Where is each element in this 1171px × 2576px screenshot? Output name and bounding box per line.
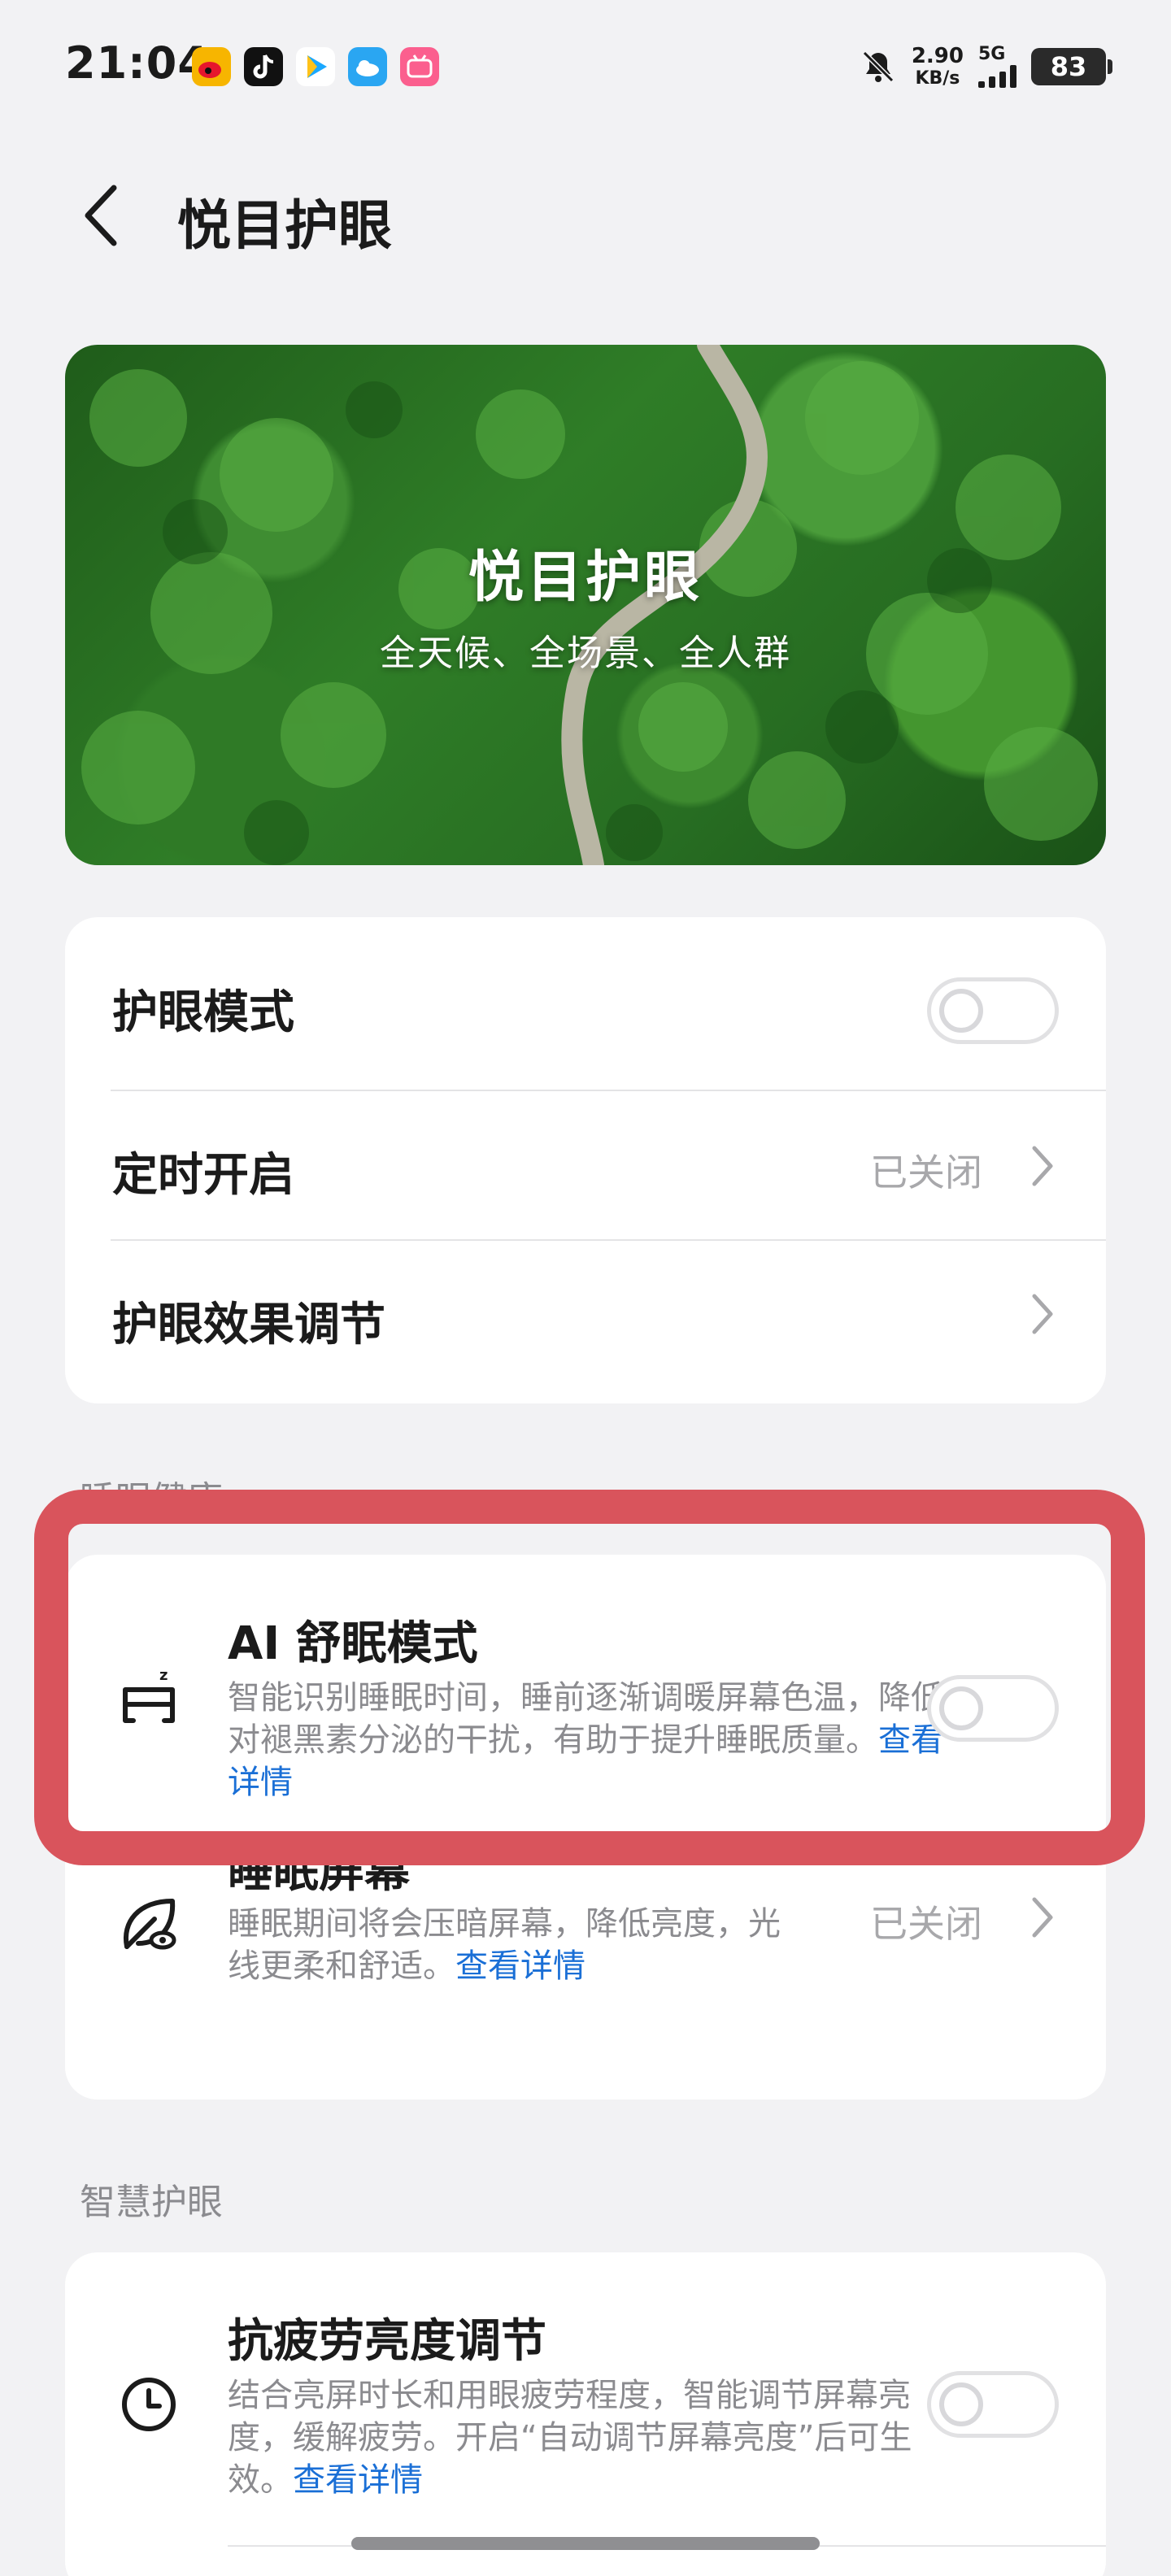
ai-sleep-mode-description: 智能识别睡眠时间，睡前逐渐调暖屏幕色温，降低对褪黑素分泌的干扰，有助于提升睡眠质… (228, 1677, 943, 1804)
anti-fatigue-details-link[interactable]: 查看详情 (293, 2461, 423, 2499)
network-speed-unit: KB/s (915, 68, 960, 89)
chevron-right-icon (1032, 1294, 1053, 1334)
effect-adjust-row[interactable]: 护眼效果调节 (65, 1241, 1106, 1403)
banner-subtitle: 全天候、全场景、全人群 (380, 633, 791, 674)
anti-fatigue-title: 抗疲劳亮度调节 (228, 2315, 546, 2368)
anti-fatigue-toggle[interactable] (927, 2371, 1059, 2438)
douyin-icon (244, 47, 283, 86)
ai-sleep-mode-toggle[interactable] (927, 1675, 1059, 1742)
leaf-eye-icon (124, 1899, 176, 1950)
network-speed: 2.90 KB/s (912, 46, 964, 88)
network-type: 5G (978, 44, 1006, 64)
section-header-smart: 智慧护眼 (80, 2182, 223, 2223)
anti-fatigue-row[interactable]: 抗疲劳亮度调节 结合亮屏时长和用眼疲劳程度，智能调节屏幕亮度，缓解疲劳。开启“自… (65, 2252, 1106, 2545)
chevron-right-icon (1032, 1146, 1053, 1186)
ai-sleep-mode-title: AI 舒眠模式 (228, 1617, 478, 1670)
sleep-screen-title: 睡眠屏幕 (228, 1845, 410, 1898)
anti-fatigue-description: 结合亮屏时长和用眼疲劳程度，智能调节屏幕亮度，缓解疲劳。开启“自动调节屏幕亮度”… (228, 2374, 943, 2501)
sleep-screen-row[interactable]: 睡眠屏幕 睡眠期间将会压暗屏幕，降低亮度，光线更柔和舒适。查看详情 已关闭 (65, 1839, 1106, 2100)
clock-icon (122, 2378, 176, 2431)
sleep-health-card: z AI 舒眠模式 智能识别睡眠时间，睡前逐渐调暖屏幕色温，降低对褪黑素分泌的干… (65, 1555, 1106, 2100)
eye-mode-toggle[interactable] (927, 977, 1059, 1044)
home-indicator[interactable] (351, 2537, 820, 2550)
eye-care-settings-card: 护眼模式 定时开启 已关闭 护眼效果调节 (65, 917, 1106, 1403)
schedule-row[interactable]: 定时开启 已关闭 (65, 1091, 1106, 1239)
network-speed-value: 2.90 (911, 44, 964, 68)
bilibili-icon (400, 47, 439, 86)
ai-sleep-mode-row[interactable]: z AI 舒眠模式 智能识别睡眠时间，睡前逐渐调暖屏幕色温，降低对褪黑素分泌的干… (65, 1555, 1106, 1815)
battery-level: 83 (1050, 51, 1087, 82)
effect-adjust-label: 护眼效果调节 (112, 1299, 385, 1351)
signal-bars-icon (978, 65, 1016, 88)
section-header-sleep: 睡眠健康 (80, 1479, 223, 1521)
sleep-screen-status: 已关闭 (870, 1902, 982, 1946)
weibo-icon (192, 47, 231, 86)
page-header: 悦目护眼 (0, 163, 1171, 268)
schedule-label: 定时开启 (112, 1149, 294, 1202)
status-time: 21:04 (65, 37, 209, 89)
video-player-icon (296, 47, 335, 86)
mute-notification-icon (862, 50, 894, 83)
hero-banner: 悦目护眼 全天候、全场景、全人群 (65, 345, 1106, 865)
eye-care-settings-page: 21:04 2.90 KB/s 5G 83 悦目护眼 悦目护眼 全天候、全场景、… (0, 0, 1171, 2576)
cellular-signal: 5G (978, 46, 1016, 88)
page-title: 悦目护眼 (177, 194, 392, 257)
weather-icon (348, 47, 387, 86)
banner-text: 悦目护眼 全天候、全场景、全人群 (65, 532, 1106, 676)
chevron-right-icon (1032, 1897, 1053, 1938)
battery-icon: 83 (1031, 48, 1112, 85)
ai-sleep-mode-desc-text: 智能识别睡眠时间，睡前逐渐调暖屏幕色温，降低对褪黑素分泌的干扰，有助于提升睡眠质… (228, 1679, 943, 1759)
sleep-screen-description: 睡眠期间将会压暗屏幕，降低亮度，光线更柔和舒适。查看详情 (228, 1903, 797, 1987)
status-indicators: 2.90 KB/s 5G 83 (860, 42, 1112, 91)
bed-sleep-icon: z (123, 1667, 175, 1723)
eye-mode-row[interactable]: 护眼模式 (65, 917, 1106, 1090)
smart-eye-care-card: 抗疲劳亮度调节 结合亮屏时长和用眼疲劳程度，智能调节屏幕亮度，缓解疲劳。开启“自… (65, 2252, 1106, 2576)
banner-title: 悦目护眼 (468, 546, 703, 610)
eye-mode-label: 护眼模式 (112, 986, 294, 1039)
back-button[interactable] (65, 179, 138, 252)
svg-text:z: z (159, 1667, 168, 1684)
schedule-status: 已关闭 (870, 1151, 982, 1194)
sleep-screen-details-link[interactable]: 查看详情 (455, 1947, 586, 1985)
chevron-left-icon (85, 185, 117, 246)
status-bar: 21:04 2.90 KB/s 5G 83 (0, 0, 1171, 138)
